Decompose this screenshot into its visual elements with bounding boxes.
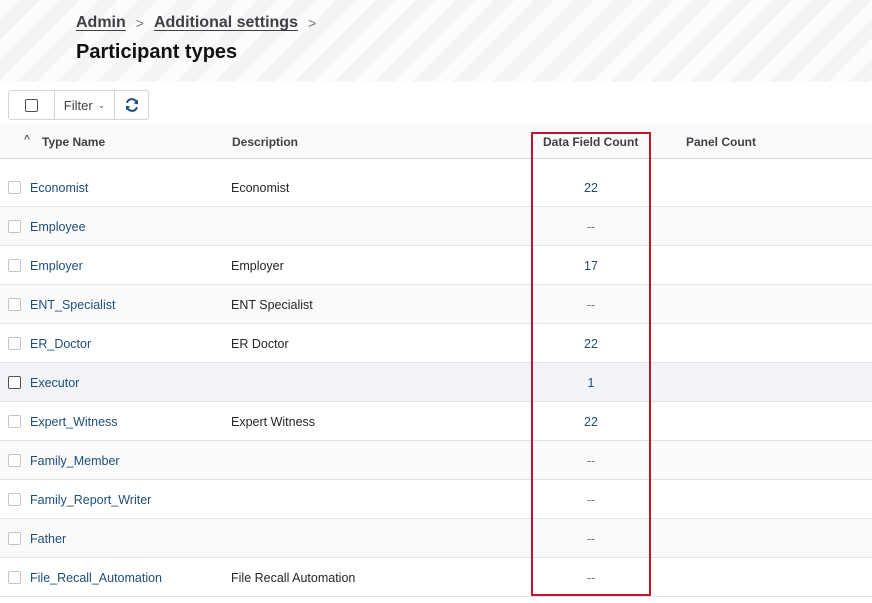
description-cell: Economist	[231, 181, 290, 195]
data-field-count-link[interactable]: 1	[531, 376, 651, 390]
column-header-data-field-count[interactable]: Data Field Count	[543, 135, 638, 149]
refresh-icon	[125, 98, 138, 112]
data-field-count-cell: --	[586, 532, 596, 546]
table-row[interactable]: ER_Doctor ER Doctor 22	[0, 324, 872, 363]
type-name-link[interactable]: ENT_Specialist	[30, 298, 115, 312]
type-name-link[interactable]: Employer	[30, 259, 83, 273]
row-checkbox[interactable]	[8, 415, 21, 428]
type-name-link[interactable]: Father	[30, 532, 66, 546]
table-toolbar: Filter ⌄	[8, 90, 149, 120]
type-name-link[interactable]: Family_Member	[30, 454, 120, 468]
row-checkbox[interactable]	[8, 454, 21, 467]
row-checkbox[interactable]	[8, 181, 21, 194]
type-name-link[interactable]: Executor	[30, 376, 79, 390]
data-field-count-cell: --	[586, 298, 596, 312]
filter-label: Filter	[63, 97, 93, 113]
breadcrumb: Admin > Additional settings >	[76, 14, 326, 32]
data-field-count-link[interactable]: 22	[531, 415, 651, 429]
description-cell: Expert Witness	[231, 415, 316, 429]
table-row[interactable]: Father --	[0, 519, 872, 558]
select-all-checkbox[interactable]	[9, 91, 55, 119]
table-row[interactable]: Expert_Witness Expert Witness 22	[0, 402, 872, 441]
table-row[interactable]: Employee --	[0, 207, 872, 246]
column-header-type-name[interactable]: Type Name	[42, 135, 105, 149]
column-header-panel-count[interactable]: Panel Count	[686, 135, 756, 149]
chevron-down-icon: ⌄	[97, 99, 106, 110]
breadcrumb-additional-settings-link[interactable]: Additional settings	[154, 14, 298, 32]
checkbox-box	[25, 98, 38, 112]
type-name-link[interactable]: File_Recall_Automation	[30, 571, 162, 585]
type-name-link[interactable]: Expert_Witness	[30, 415, 118, 429]
data-field-count-link[interactable]: 22	[531, 337, 651, 351]
type-name-link[interactable]: Employee	[30, 220, 86, 234]
page-header: Admin > Additional settings > Participan…	[0, 0, 872, 82]
page-title: Participant types	[76, 41, 238, 63]
table-row[interactable]: Economist Economist 22	[0, 168, 872, 207]
description-cell: ER Doctor	[231, 337, 289, 351]
row-checkbox[interactable]	[8, 337, 21, 350]
row-checkbox[interactable]	[8, 571, 21, 584]
row-checkbox[interactable]	[8, 259, 21, 272]
data-field-count-cell: --	[586, 220, 596, 234]
row-checkbox[interactable]	[8, 376, 21, 389]
chevron-right-icon: >	[307, 15, 317, 31]
row-checkbox[interactable]	[8, 220, 21, 233]
data-field-count-link[interactable]: 17	[531, 259, 651, 273]
description-cell: Employer	[231, 259, 284, 273]
type-name-link[interactable]: Economist	[30, 181, 88, 195]
filter-button[interactable]: Filter ⌄	[55, 91, 115, 119]
row-checkbox[interactable]	[8, 532, 21, 545]
column-header-description[interactable]: Description	[232, 135, 298, 149]
description-cell: ENT Specialist	[231, 298, 313, 312]
refresh-button[interactable]	[115, 91, 148, 119]
table-row[interactable]: Family_Member --	[0, 441, 872, 480]
table-row[interactable]: File_Recall_Automation File Recall Autom…	[0, 558, 872, 597]
type-name-link[interactable]: ER_Doctor	[30, 337, 91, 351]
row-checkbox[interactable]	[8, 298, 21, 311]
data-field-count-link[interactable]: 22	[531, 181, 651, 195]
data-field-count-cell: --	[586, 571, 596, 585]
chevron-right-icon: >	[135, 15, 144, 31]
data-field-count-cell: --	[586, 454, 596, 468]
breadcrumb-admin-link[interactable]: Admin	[76, 14, 126, 32]
table-row[interactable]: Employer Employer 17	[0, 246, 872, 285]
type-name-link[interactable]: Family_Report_Writer	[30, 493, 151, 507]
sort-ascending-icon[interactable]: ^	[24, 134, 30, 145]
row-checkbox[interactable]	[8, 493, 21, 506]
table-row[interactable]: ENT_Specialist ENT Specialist --	[0, 285, 872, 324]
table-row[interactable]: Family_Report_Writer --	[0, 480, 872, 519]
data-field-count-cell: --	[586, 493, 596, 507]
table-row[interactable]: Executor 1	[0, 363, 872, 402]
description-cell: File Recall Automation	[231, 571, 356, 585]
table-header: ^ Type Name Description Data Field Count…	[0, 124, 872, 159]
